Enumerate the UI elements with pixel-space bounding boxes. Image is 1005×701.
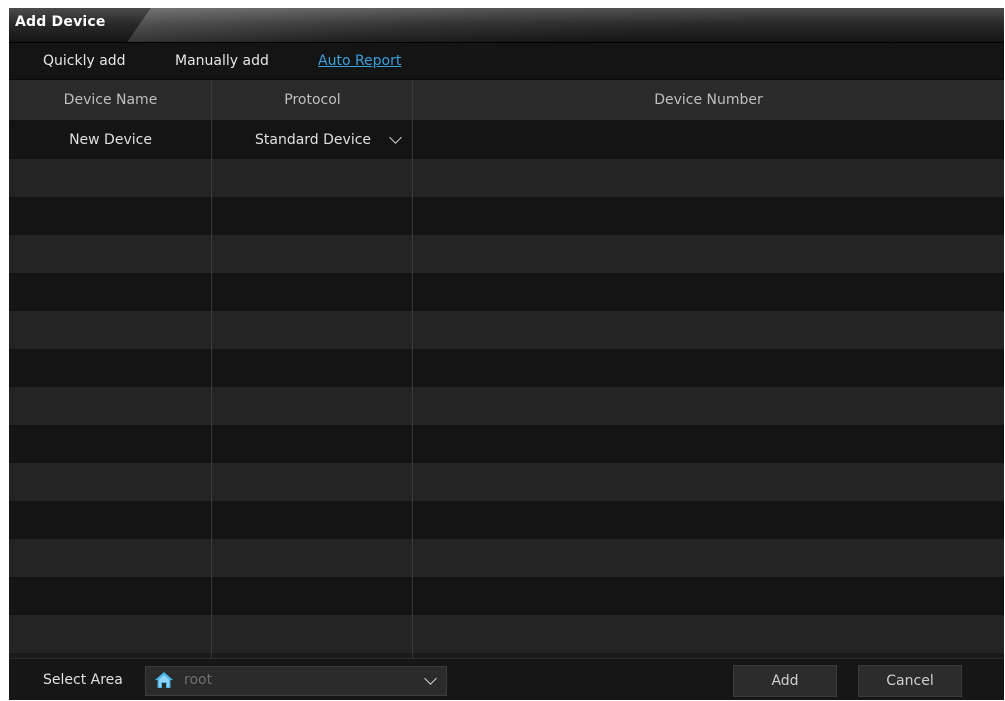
chevron-down-icon bbox=[389, 131, 402, 144]
protocol-select[interactable]: Standard Device bbox=[215, 121, 411, 159]
column-divider bbox=[412, 80, 413, 658]
tab-auto-report[interactable]: Auto Report bbox=[318, 53, 401, 69]
home-icon bbox=[155, 672, 173, 688]
add-button[interactable]: Add bbox=[733, 665, 837, 697]
tab-bar: Quickly add Manually add Auto Report bbox=[9, 43, 1004, 80]
cell-device-name[interactable]: New Device bbox=[9, 121, 212, 159]
column-divider bbox=[211, 80, 212, 658]
cancel-button[interactable]: Cancel bbox=[858, 665, 962, 697]
empty-row bbox=[9, 387, 1004, 425]
empty-row bbox=[9, 197, 1004, 235]
select-area-label: Select Area bbox=[43, 672, 123, 688]
table-header: Device Name Protocol Device Number bbox=[9, 80, 1004, 121]
add-device-dialog: Add Device Quickly add Manually add Auto… bbox=[9, 8, 1004, 700]
chevron-down-icon bbox=[424, 672, 437, 685]
empty-row bbox=[9, 539, 1004, 577]
empty-row bbox=[9, 615, 1004, 653]
empty-row bbox=[9, 501, 1004, 539]
empty-row bbox=[9, 577, 1004, 615]
empty-row bbox=[9, 273, 1004, 311]
title-bar-sheen bbox=[127, 8, 911, 42]
device-table: Device Name Protocol Device Number New D… bbox=[9, 80, 1004, 658]
empty-row bbox=[9, 159, 1004, 197]
column-header-device-name[interactable]: Device Name bbox=[9, 80, 212, 120]
empty-row bbox=[9, 463, 1004, 501]
column-header-protocol[interactable]: Protocol bbox=[212, 80, 413, 120]
tab-quickly-add[interactable]: Quickly add bbox=[43, 53, 126, 69]
area-select[interactable]: root bbox=[145, 666, 447, 696]
title-bar[interactable]: Add Device bbox=[9, 8, 1004, 43]
empty-row bbox=[9, 349, 1004, 387]
column-header-device-number[interactable]: Device Number bbox=[413, 80, 1004, 120]
empty-row bbox=[9, 425, 1004, 463]
tab-manually-add[interactable]: Manually add bbox=[175, 53, 269, 69]
cell-device-number[interactable] bbox=[413, 121, 1004, 159]
empty-row bbox=[9, 235, 1004, 273]
empty-row bbox=[9, 311, 1004, 349]
table-row[interactable]: New Device Standard Device bbox=[9, 121, 1004, 159]
footer-bar: Select Area root Add Cancel bbox=[9, 658, 1004, 700]
dialog-title: Add Device bbox=[15, 14, 106, 30]
area-value: root bbox=[184, 672, 213, 688]
protocol-value: Standard Device bbox=[255, 132, 372, 148]
